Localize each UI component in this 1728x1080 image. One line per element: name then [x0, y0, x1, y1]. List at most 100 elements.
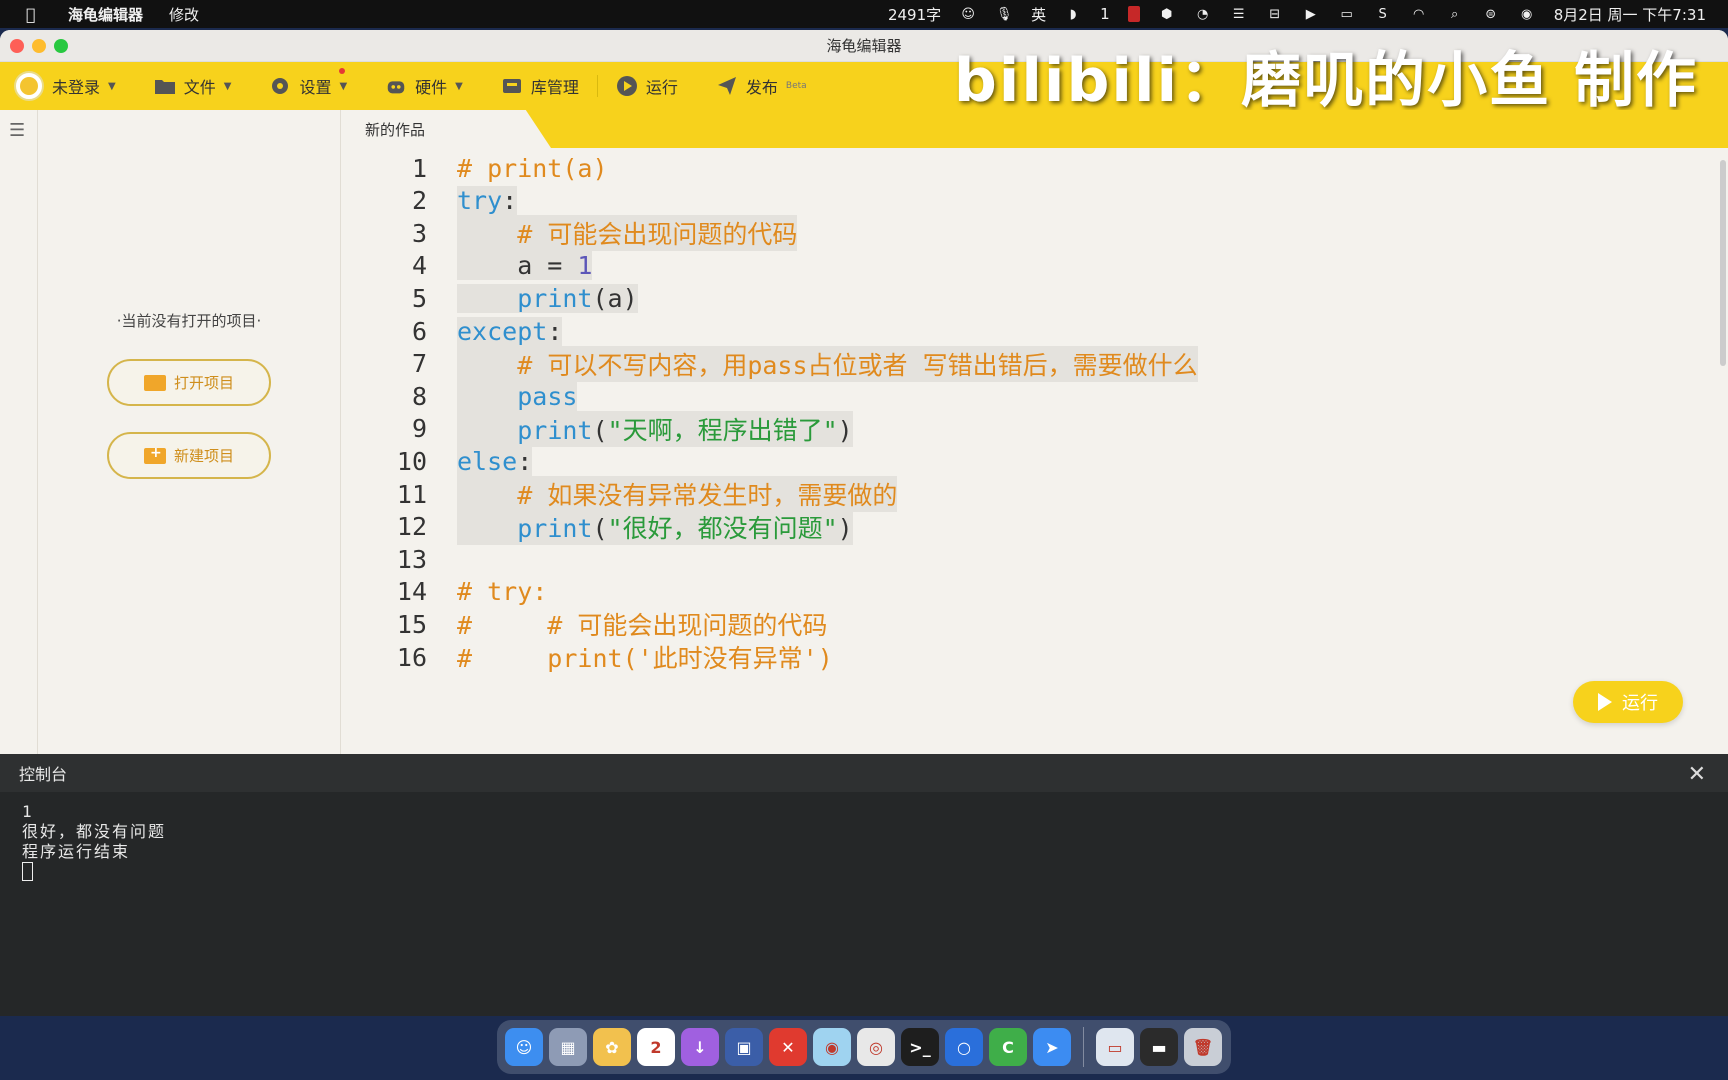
calendar-icon[interactable]: 2 — [637, 1028, 675, 1066]
code-line[interactable]: 11 # 如果没有异常发生时，需要做的 — [341, 476, 1721, 512]
chevron-down-icon: ▼ — [339, 80, 348, 92]
new-project-button[interactable]: 新建项目 — [107, 432, 271, 479]
run-toolbar-button[interactable]: 运行 — [616, 74, 678, 98]
library-label: 库管理 — [530, 78, 579, 97]
terminal-icon[interactable]: >_ — [901, 1028, 939, 1066]
preview-window-icon[interactable]: ▭ — [1096, 1028, 1134, 1066]
settings-menu-button[interactable]: 设置 ▼ — [269, 68, 348, 98]
library-button[interactable]: 库管理 — [501, 74, 579, 98]
hardware-label: 硬件 — [415, 78, 448, 97]
chrome-icon[interactable]: ◎ — [857, 1028, 895, 1066]
library-icon — [501, 75, 523, 97]
datetime[interactable]: 8月2日 周一 下午7:31 — [1554, 4, 1706, 25]
code-token: ( — [592, 415, 608, 445]
code-line[interactable]: 2 try: — [341, 183, 1721, 219]
minimize-window-button[interactable] — [32, 39, 46, 53]
code-line[interactable]: 1 # print(a) — [341, 150, 1721, 186]
code-line[interactable]: 10 else: — [341, 443, 1721, 479]
microphone-icon[interactable]: 🎙 — [995, 6, 1013, 22]
login-button[interactable]: 未登录 ▼ — [14, 71, 116, 101]
editor-scrollbar[interactable] — [1720, 160, 1726, 366]
play-icon[interactable]: ▶ — [1302, 6, 1320, 22]
siri-icon[interactable]: ◉ — [1518, 6, 1536, 22]
menu-edit[interactable]: 修改 — [169, 4, 199, 25]
search-icon[interactable]: ⌕ — [1446, 6, 1464, 22]
emoji-icon[interactable]: ☺ — [959, 6, 977, 22]
menu-app-name[interactable]: 海龟编辑器 — [68, 4, 143, 25]
battery-icon[interactable]: ▭ — [1338, 6, 1356, 22]
code-line[interactable]: 14 # try: — [341, 574, 1721, 610]
line-number: 15 — [396, 609, 427, 639]
code-line[interactable]: 3 # 可能会出现问题的代码 — [341, 215, 1721, 252]
list-menu-icon[interactable]: ☰ — [9, 120, 29, 141]
play-icon — [1598, 693, 1612, 711]
code-token: ) — [837, 415, 853, 445]
code-line[interactable]: 15 # # 可能会出现问题的代码 — [341, 606, 1721, 642]
wifi-icon[interactable]: ◠ — [1410, 6, 1428, 22]
qq-icon[interactable]: ○ — [945, 1028, 983, 1066]
code-text: except: — [457, 316, 563, 346]
console-output[interactable]: 1 很好，都没有问题 程序运行结束 — [0, 792, 1728, 886]
trash-icon[interactable]: 🗑 — [1184, 1028, 1222, 1066]
code-line[interactable]: 13 — [341, 541, 1721, 577]
open-project-button[interactable]: 打开项目 — [107, 359, 271, 406]
photos-icon[interactable]: ✿ — [593, 1028, 631, 1066]
code-line[interactable]: 4 a = 1 — [341, 248, 1721, 284]
file-menu-button[interactable]: 文件 ▼ — [154, 74, 232, 98]
publish-button[interactable]: 发布 Beta — [716, 74, 807, 98]
run-float-button[interactable]: 运行 — [1573, 681, 1683, 723]
chat-icon[interactable]: ◔ — [1194, 6, 1212, 22]
zoom-window-button[interactable] — [54, 39, 68, 53]
tab-new-work[interactable]: 新的作品 — [341, 110, 551, 148]
code-text: print("很好，都没有问题") — [457, 508, 853, 545]
toolbar: 未登录 ▼ 文件 ▼ 设置 ▼ 硬件 ▼ 库管理 运行 发布 Beta — [0, 62, 1728, 110]
code-area[interactable]: 1 # print(a) 2 try: 3 # 可能会出现问题的代码 4 a = 15 p… — [341, 148, 1728, 754]
code-token: # print(a) — [457, 153, 608, 183]
screens-icon[interactable]: ☰ — [1230, 6, 1248, 22]
code-line[interactable]: 9 print("天啊，程序出错了") — [341, 410, 1721, 447]
line-number: 16 — [396, 642, 427, 672]
launchpad-icon[interactable]: ▦ — [549, 1028, 587, 1066]
xmind-icon[interactable]: ✕ — [769, 1028, 807, 1066]
line-number: 12 — [396, 512, 427, 542]
code-line[interactable]: 6 except: — [341, 313, 1721, 349]
code-token: print — [517, 513, 593, 543]
terminal-cursor — [22, 862, 33, 881]
project-panel: ·当前没有打开的项目· 打开项目 新建项目 — [38, 110, 341, 754]
badge-app-icon[interactable]: ◗ — [1064, 6, 1082, 22]
hardware-menu-button[interactable]: 硬件 ▼ — [385, 74, 463, 98]
bookmark-icon[interactable]: ⊟ — [1266, 6, 1284, 22]
line-number: 9 — [411, 414, 427, 444]
control-center-icon[interactable]: ⊜ — [1482, 6, 1500, 22]
camtasia-icon[interactable]: C — [989, 1028, 1027, 1066]
close-icon[interactable]: ✕ — [1688, 762, 1706, 787]
code-token: a = — [457, 251, 578, 281]
code-line[interactable]: 8 pass — [341, 378, 1721, 414]
downloads-icon[interactable]: ↓ — [681, 1028, 719, 1066]
shield-icon[interactable]: ⬢ — [1158, 6, 1176, 22]
send-icon — [716, 75, 738, 97]
console-line: 1 — [22, 802, 34, 821]
code-token: "很好，都没有问题" — [607, 513, 838, 543]
new-folder-icon — [143, 445, 166, 464]
input-method[interactable]: 英 — [1031, 4, 1046, 25]
chevron-down-icon: ▼ — [223, 80, 232, 92]
s-app-icon[interactable]: S — [1374, 6, 1392, 22]
open-project-label: 打开项目 — [173, 374, 234, 392]
screen-app-icon[interactable]: ▣ — [725, 1028, 763, 1066]
close-window-button[interactable] — [10, 39, 24, 53]
turtle-editor-icon[interactable]: ◉ — [813, 1028, 851, 1066]
recorder-icon[interactable] — [1127, 6, 1140, 22]
feishu-icon[interactable]: ➤ — [1033, 1028, 1071, 1066]
apple-icon[interactable]:  — [26, 5, 46, 24]
code-token: : — [517, 446, 533, 476]
code-line[interactable]: 12 print("很好，都没有问题") — [341, 508, 1721, 545]
screen-recorder-icon[interactable]: ▬ — [1140, 1028, 1178, 1066]
code-token: print — [517, 283, 593, 313]
finder-icon[interactable]: ☺ — [505, 1028, 543, 1066]
code-line[interactable]: 5 print(a) — [341, 280, 1721, 316]
code-line[interactable]: 7 # 可以不写内容，用pass占位或者 写错出错后，需要做什么 — [341, 345, 1721, 382]
code-line[interactable]: 16 # print('此时没有异常') — [341, 639, 1721, 675]
